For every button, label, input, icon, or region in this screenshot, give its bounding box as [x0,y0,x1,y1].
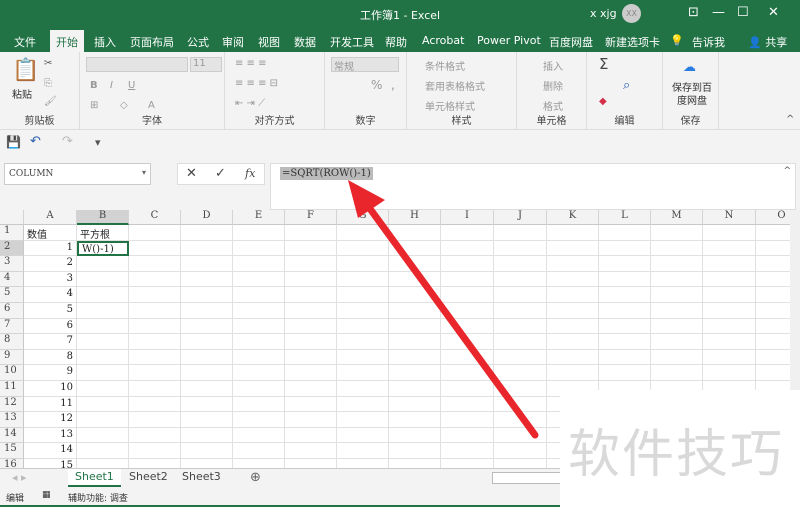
mode-indicator: 编辑 [6,494,25,504]
sheet-tab-sheet3[interactable]: Sheet3 [175,469,228,487]
arrow-shaft [364,202,539,439]
arrow-head [348,180,385,218]
watermark: 软件技巧 [560,390,800,507]
macro-icon[interactable]: ▦ [42,490,51,500]
sheet-nav-icon[interactable]: ◂ ▸ [12,471,27,484]
sheet-tab-sheet1[interactable]: Sheet1 [68,469,121,487]
accessibility-status[interactable]: 辅助功能: 调查 [68,491,128,504]
add-sheet-icon[interactable]: ⊕ [250,470,261,485]
watermark-text: 软件技巧 [568,425,785,485]
sheet-tab-sheet2[interactable]: Sheet2 [122,469,175,487]
